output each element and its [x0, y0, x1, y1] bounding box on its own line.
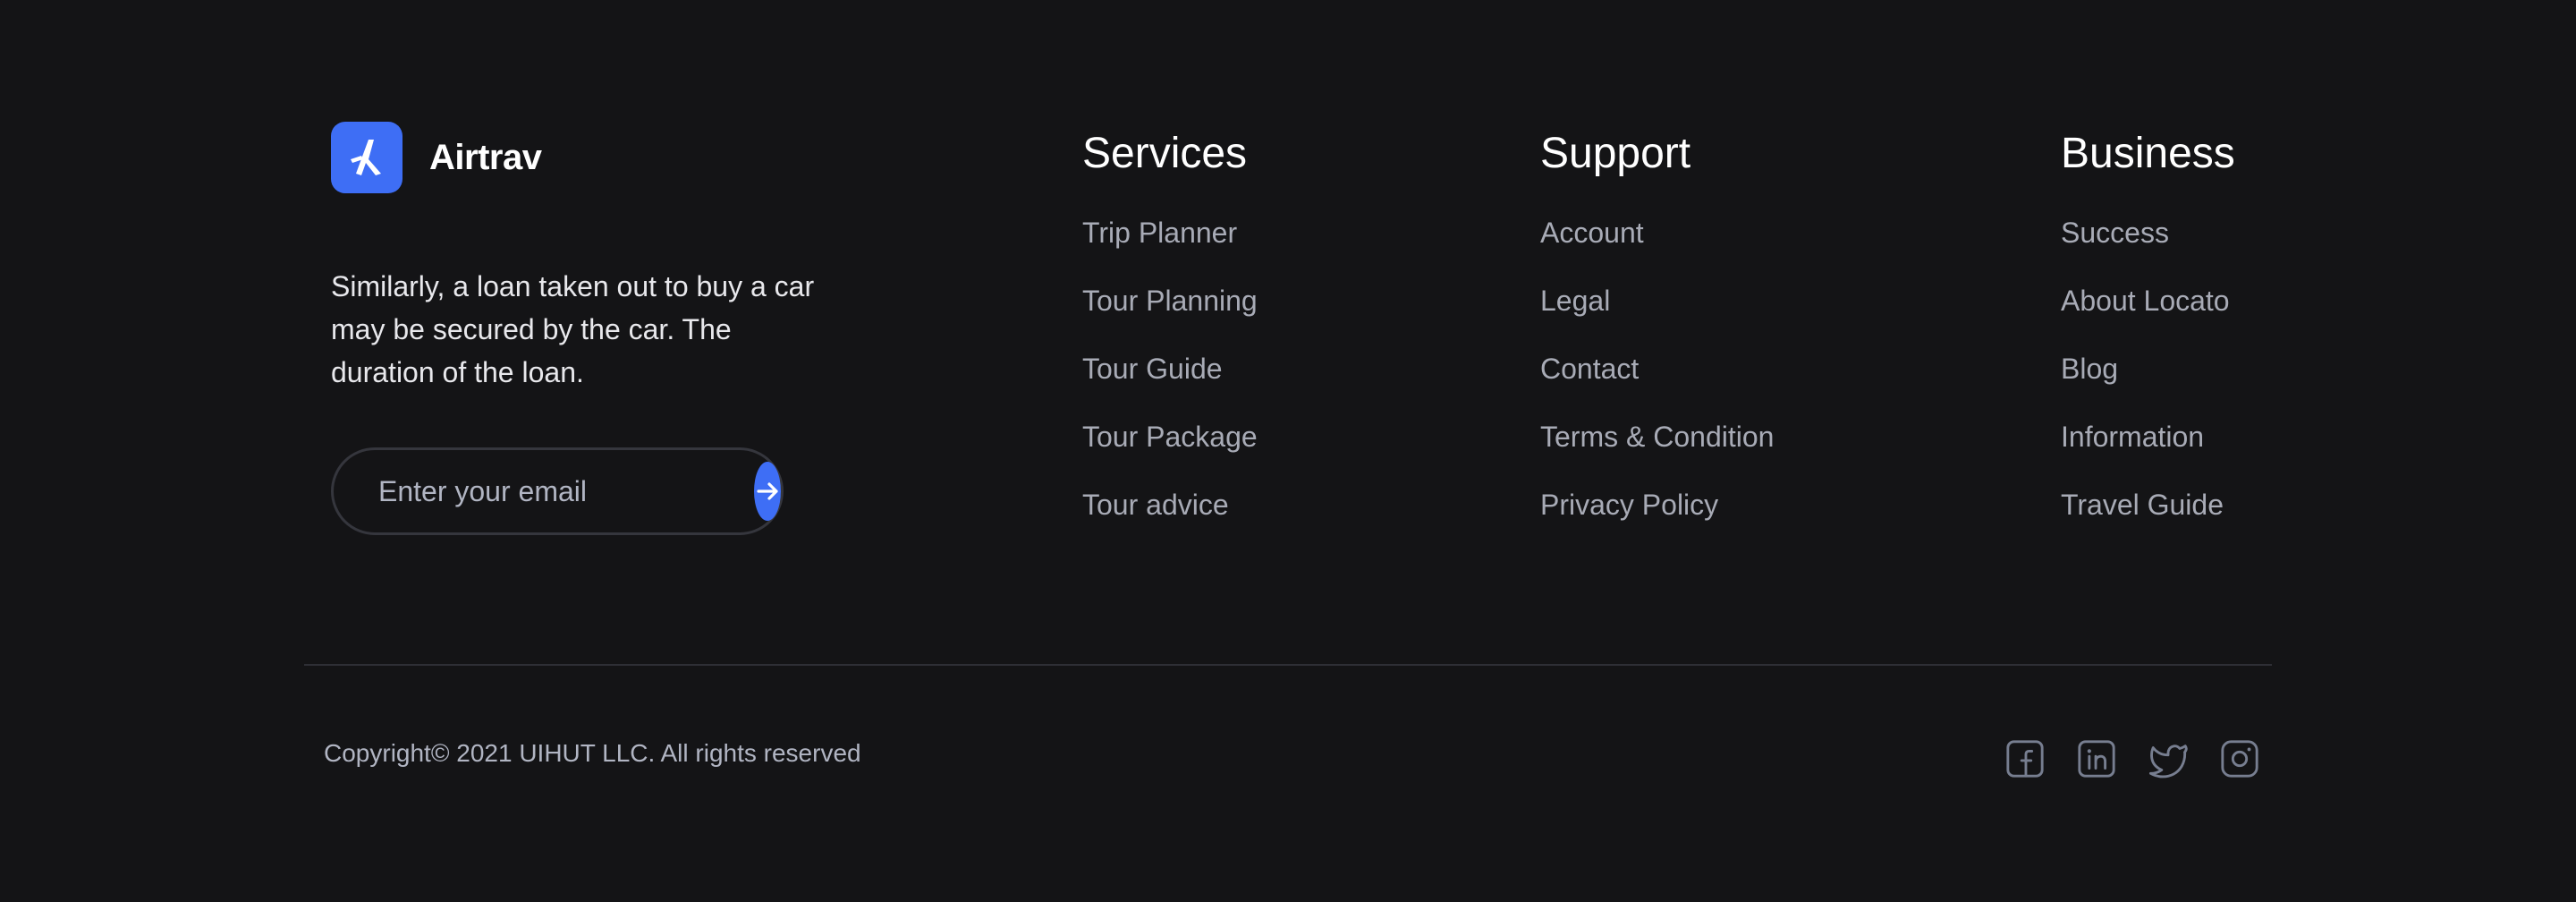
link-trip-planner[interactable]: Trip Planner: [1082, 209, 1237, 256]
copyright-text: Copyright© 2021 UIHUT LLC. All rights re…: [324, 739, 861, 767]
support-column: Support Account Legal Contact Terms & Co…: [1540, 125, 1774, 549]
twitter-icon[interactable]: [2147, 737, 2190, 780]
plane-icon: [331, 122, 402, 193]
support-title: Support: [1540, 130, 1691, 177]
services-title: Services: [1082, 130, 1248, 177]
brand-name: Airtrav: [429, 137, 542, 177]
services-column: Services Trip Planner Tour Planning Tour…: [1082, 125, 1258, 549]
facebook-icon[interactable]: [2004, 737, 2046, 780]
link-success[interactable]: Success: [2061, 209, 2169, 256]
link-tour-advice[interactable]: Tour advice: [1082, 481, 1229, 528]
arrow-right-icon: [757, 482, 778, 500]
link-terms[interactable]: Terms & Condition: [1540, 413, 1774, 460]
subscribe-button[interactable]: [754, 462, 781, 521]
link-legal[interactable]: Legal: [1540, 277, 1610, 324]
footer-divider: [304, 664, 2272, 666]
link-privacy-policy[interactable]: Privacy Policy: [1540, 481, 1718, 528]
link-about[interactable]: About Locato: [2061, 277, 2230, 324]
link-information[interactable]: Information: [2061, 413, 2204, 460]
link-tour-package[interactable]: Tour Package: [1082, 413, 1258, 460]
link-account[interactable]: Account: [1540, 209, 1644, 256]
brand-tagline: Similarly, a loan taken out to buy a car…: [331, 270, 815, 388]
business-title: Business: [2061, 130, 2235, 177]
link-blog[interactable]: Blog: [2061, 345, 2118, 392]
newsletter-form: [331, 447, 784, 535]
linkedin-icon[interactable]: [2075, 737, 2118, 780]
email-input[interactable]: [378, 474, 754, 508]
link-contact[interactable]: Contact: [1540, 345, 1639, 392]
link-tour-planning[interactable]: Tour Planning: [1082, 277, 1258, 324]
link-tour-guide[interactable]: Tour Guide: [1082, 345, 1223, 392]
social-links: [2004, 737, 2261, 780]
instagram-icon[interactable]: [2218, 737, 2261, 780]
link-travel-guide[interactable]: Travel Guide: [2061, 481, 2224, 528]
business-column: Business Success About Locato Blog Infor…: [2061, 125, 2235, 549]
brand-logo[interactable]: Airtrav: [331, 122, 542, 193]
